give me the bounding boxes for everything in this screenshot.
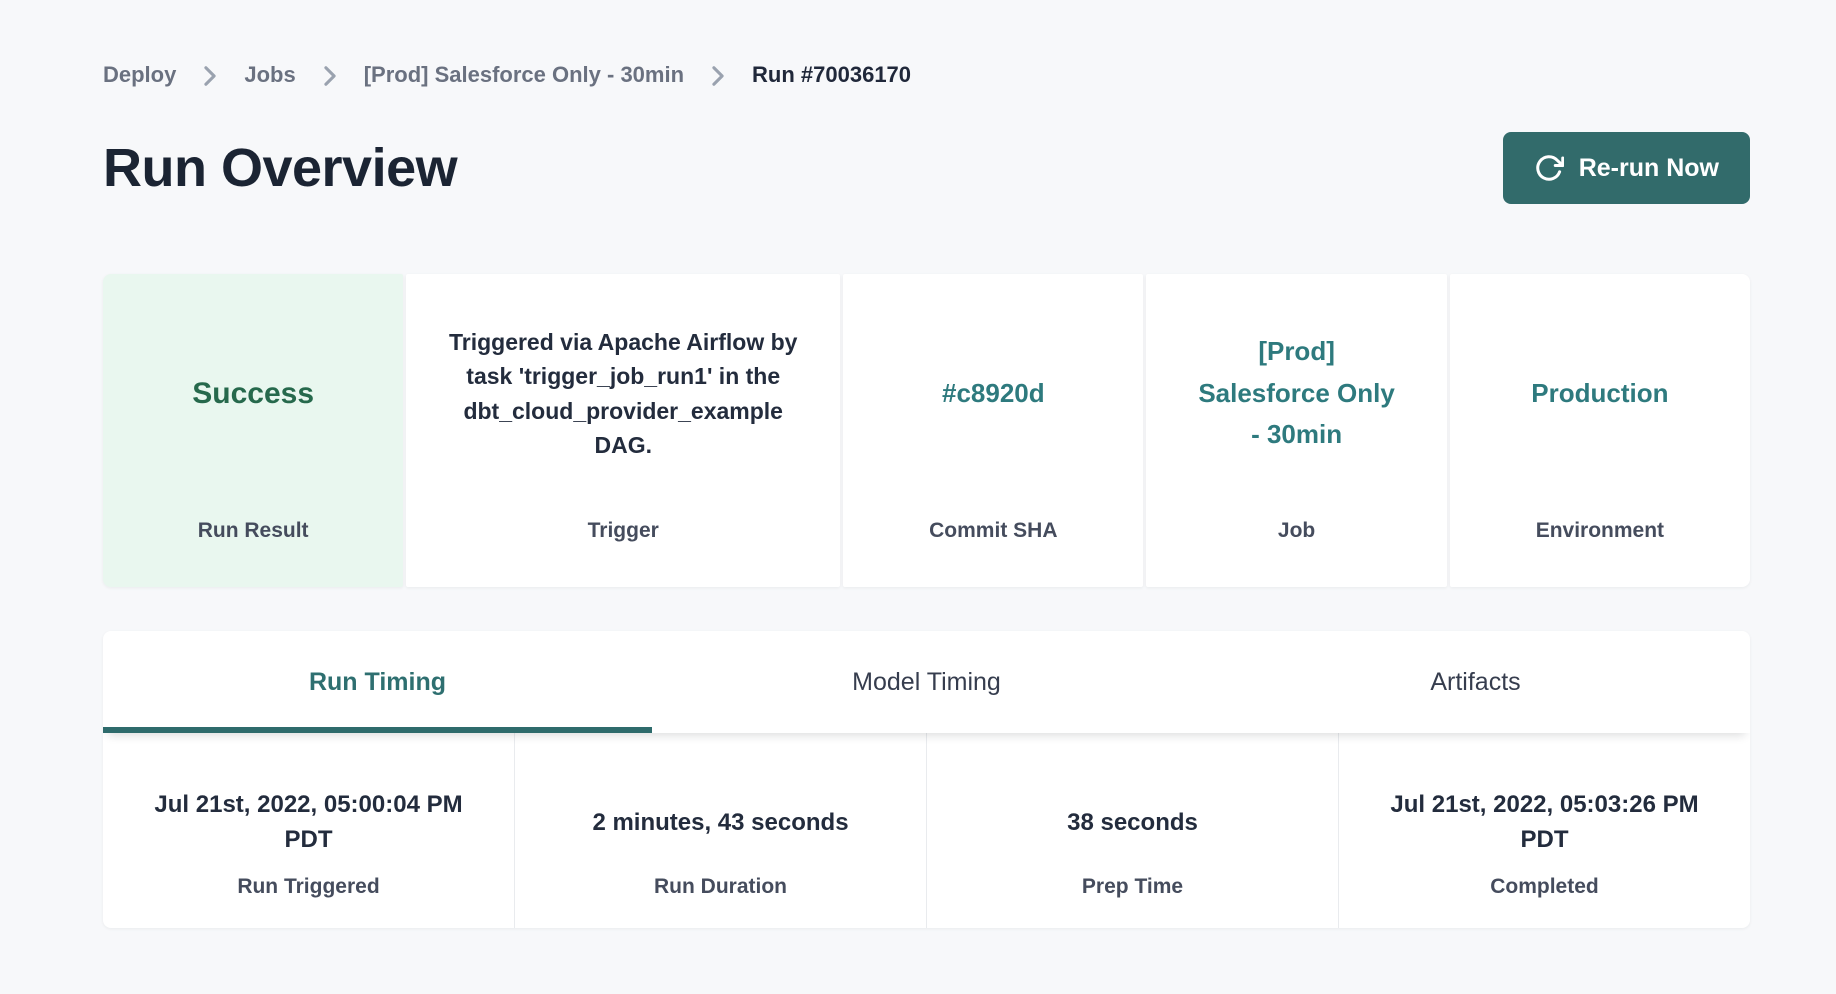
card-run-result: Success Run Result	[103, 274, 403, 587]
run-triggered-label: Run Triggered	[103, 875, 514, 899]
rerun-now-button[interactable]: Re-run Now	[1503, 132, 1750, 204]
timing-cell-completed: Jul 21st, 2022, 05:03:26 PM PDT Complete…	[1338, 733, 1750, 928]
card-commit-sha: #c8920d Commit SHA	[843, 274, 1143, 587]
tabs: Run Timing Model Timing Artifacts	[103, 631, 1750, 733]
chevron-right-icon	[711, 65, 725, 87]
trigger-value: Triggered via Apache Airflow by task 'tr…	[447, 325, 799, 463]
run-duration-value: 2 minutes, 43 seconds	[515, 771, 926, 875]
timing-cell-run-duration: 2 minutes, 43 seconds Run Duration	[514, 733, 926, 928]
run-duration-label: Run Duration	[515, 875, 926, 899]
job-link[interactable]: [Prod] Salesforce Only - 30min	[1191, 331, 1403, 456]
prep-time-value: 38 seconds	[927, 771, 1338, 875]
timing-cell-prep-time: 38 seconds Prep Time	[926, 733, 1338, 928]
tab-run-timing[interactable]: Run Timing	[103, 631, 652, 733]
run-triggered-value: Jul 21st, 2022, 05:00:04 PM PDT	[103, 771, 514, 875]
job-label: Job	[1146, 519, 1446, 543]
run-result-value: Success	[192, 377, 314, 411]
refresh-icon	[1534, 153, 1564, 183]
card-trigger: Triggered via Apache Airflow by task 'tr…	[406, 274, 840, 587]
tab-model-timing[interactable]: Model Timing	[652, 631, 1201, 733]
breadcrumb-item-job-name[interactable]: [Prod] Salesforce Only - 30min	[364, 62, 684, 88]
environment-label: Environment	[1450, 519, 1750, 543]
card-job: [Prod] Salesforce Only - 30min Job	[1146, 274, 1446, 587]
completed-label: Completed	[1339, 875, 1750, 899]
breadcrumb-item-deploy[interactable]: Deploy	[103, 62, 176, 88]
tab-artifacts[interactable]: Artifacts	[1201, 631, 1750, 733]
breadcrumb-item-jobs[interactable]: Jobs	[244, 62, 295, 88]
breadcrumb-item-run-number: Run #70036170	[752, 62, 911, 88]
commit-sha-label: Commit SHA	[843, 519, 1143, 543]
rerun-now-button-label: Re-run Now	[1579, 154, 1719, 183]
environment-link[interactable]: Production	[1531, 373, 1668, 415]
run-timing-panel: Jul 21st, 2022, 05:00:04 PM PDT Run Trig…	[103, 733, 1750, 928]
run-details-card: Run Timing Model Timing Artifacts Jul 21…	[103, 631, 1750, 928]
completed-value: Jul 21st, 2022, 05:03:26 PM PDT	[1339, 771, 1750, 875]
chevron-right-icon	[203, 65, 217, 87]
card-environment: Production Environment	[1450, 274, 1750, 587]
summary-cards: Success Run Result Triggered via Apache …	[103, 274, 1750, 587]
commit-sha-link[interactable]: #c8920d	[942, 373, 1045, 415]
trigger-label: Trigger	[406, 519, 840, 543]
timing-cell-run-triggered: Jul 21st, 2022, 05:00:04 PM PDT Run Trig…	[103, 733, 514, 928]
main-content: Deploy Jobs [Prod] Salesforce Only - 30m…	[0, 0, 1836, 928]
breadcrumb: Deploy Jobs [Prod] Salesforce Only - 30m…	[103, 0, 1750, 88]
prep-time-label: Prep Time	[927, 875, 1338, 899]
run-result-label: Run Result	[103, 519, 403, 543]
chevron-right-icon	[323, 65, 337, 87]
page-title: Run Overview	[103, 137, 457, 199]
title-row: Run Overview Re-run Now	[103, 128, 1750, 208]
